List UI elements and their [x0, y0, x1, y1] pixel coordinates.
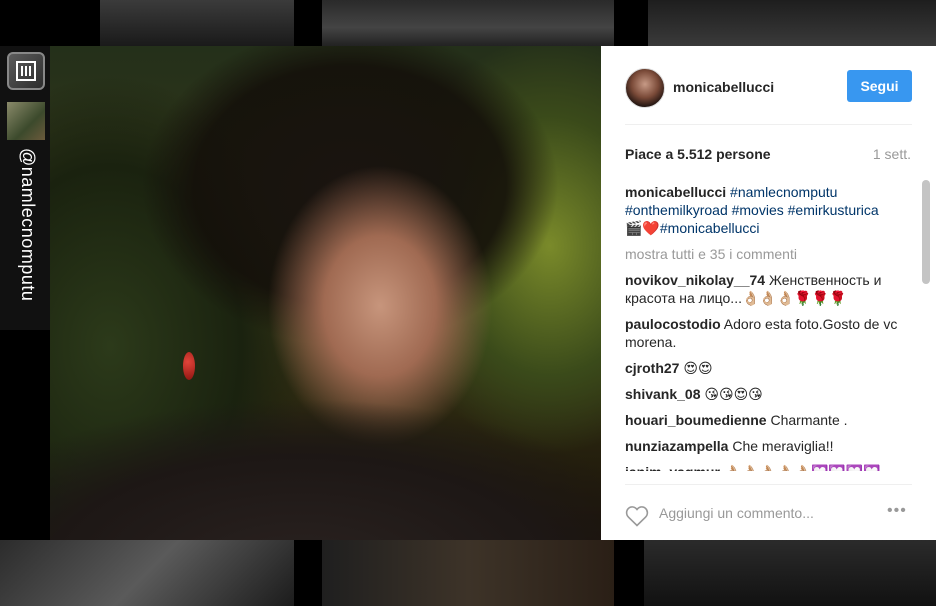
comment-item: nunziazampella Che meraviglia!!	[625, 437, 915, 455]
post-photo[interactable]	[50, 46, 601, 540]
likes-count[interactable]: Piace a 5.512 persone	[625, 146, 771, 162]
heart-icon[interactable]	[625, 505, 649, 532]
comments-scrollbar[interactable]	[922, 180, 930, 284]
post-timestamp[interactable]: 1 sett.	[873, 146, 911, 162]
comment-username[interactable]: paulocostodio	[625, 316, 721, 332]
comment-text: Charmante .	[770, 412, 848, 428]
comment-text: 😘😘😍😘	[704, 386, 763, 402]
comment-username[interactable]: cjroth27	[625, 360, 679, 376]
background-thumbnail[interactable]	[322, 0, 614, 46]
comment-item: cjroth27 😍😍	[625, 359, 915, 377]
comment-username[interactable]: nunziazampella	[625, 438, 728, 454]
comment-item: ianim_yagmur 👌🏼👌🏼👌🏼👌🏼👌🏼💟💟💟💟	[625, 463, 915, 471]
comment-item: houari_boumedienne Charmante .	[625, 411, 915, 429]
post-details-panel: monicabellucci Segui Piace a 5.512 perso…	[601, 46, 936, 540]
repost-app-icon	[7, 52, 45, 90]
comment-text: 👌🏼👌🏼👌🏼👌🏼👌🏼💟💟💟💟	[724, 464, 881, 471]
follow-button[interactable]: Segui	[847, 70, 912, 102]
hashtag-link[interactable]: #monicabellucci	[660, 220, 760, 236]
comment-username[interactable]: shivank_08	[625, 386, 701, 402]
repost-source-avatar	[7, 102, 45, 140]
background-thumbnail[interactable]	[648, 0, 936, 46]
comment-item: paulocostodio Adoro esta foto.Gosto de v…	[625, 315, 915, 351]
background-thumbnail[interactable]	[0, 540, 294, 606]
comment-item: shivank_08 😘😘😍😘	[625, 385, 915, 403]
avatar[interactable]	[625, 68, 665, 108]
comment-username[interactable]: ianim_yagmur	[625, 464, 720, 471]
add-comment-input[interactable]	[659, 501, 859, 525]
post-footer: •••	[625, 484, 912, 540]
photo-earring	[183, 352, 195, 380]
caption: monicabellucci #namlecnomputu #onthemilk…	[625, 183, 915, 237]
photo-shoulder	[50, 370, 601, 540]
header-username[interactable]: monicabellucci	[673, 79, 774, 95]
hashtag-link[interactable]: #onthemilkyroad #movies #emirkusturica	[625, 202, 879, 218]
show-all-comments-link[interactable]: mostra tutti e 35 i commenti	[625, 245, 915, 263]
caption-username[interactable]: monicabellucci	[625, 184, 726, 200]
caption-emoji: 🎬❤️	[625, 220, 660, 236]
background-thumbnail[interactable]	[322, 540, 614, 606]
more-options-button[interactable]: •••	[887, 502, 907, 520]
hashtag-link[interactable]: #namlecnomputu	[730, 184, 837, 200]
comment-username[interactable]: houari_boumedienne	[625, 412, 767, 428]
comments-list: monicabellucci #namlecnomputu #onthemilk…	[625, 183, 915, 471]
comment-username[interactable]: novikov_nikolay__74	[625, 272, 765, 288]
post-header: monicabellucci Segui	[625, 46, 912, 125]
background-thumbnail[interactable]	[644, 540, 936, 606]
repost-handle: @namlecnomputu	[18, 148, 38, 302]
comment-text: 😍😍	[683, 360, 713, 376]
repost-strip: @namlecnomputu	[0, 46, 50, 330]
comment-item: novikov_nikolay__74 Женственность и крас…	[625, 271, 915, 307]
background-thumbnail[interactable]	[100, 0, 294, 46]
comment-text: Che meraviglia!!	[732, 438, 834, 454]
